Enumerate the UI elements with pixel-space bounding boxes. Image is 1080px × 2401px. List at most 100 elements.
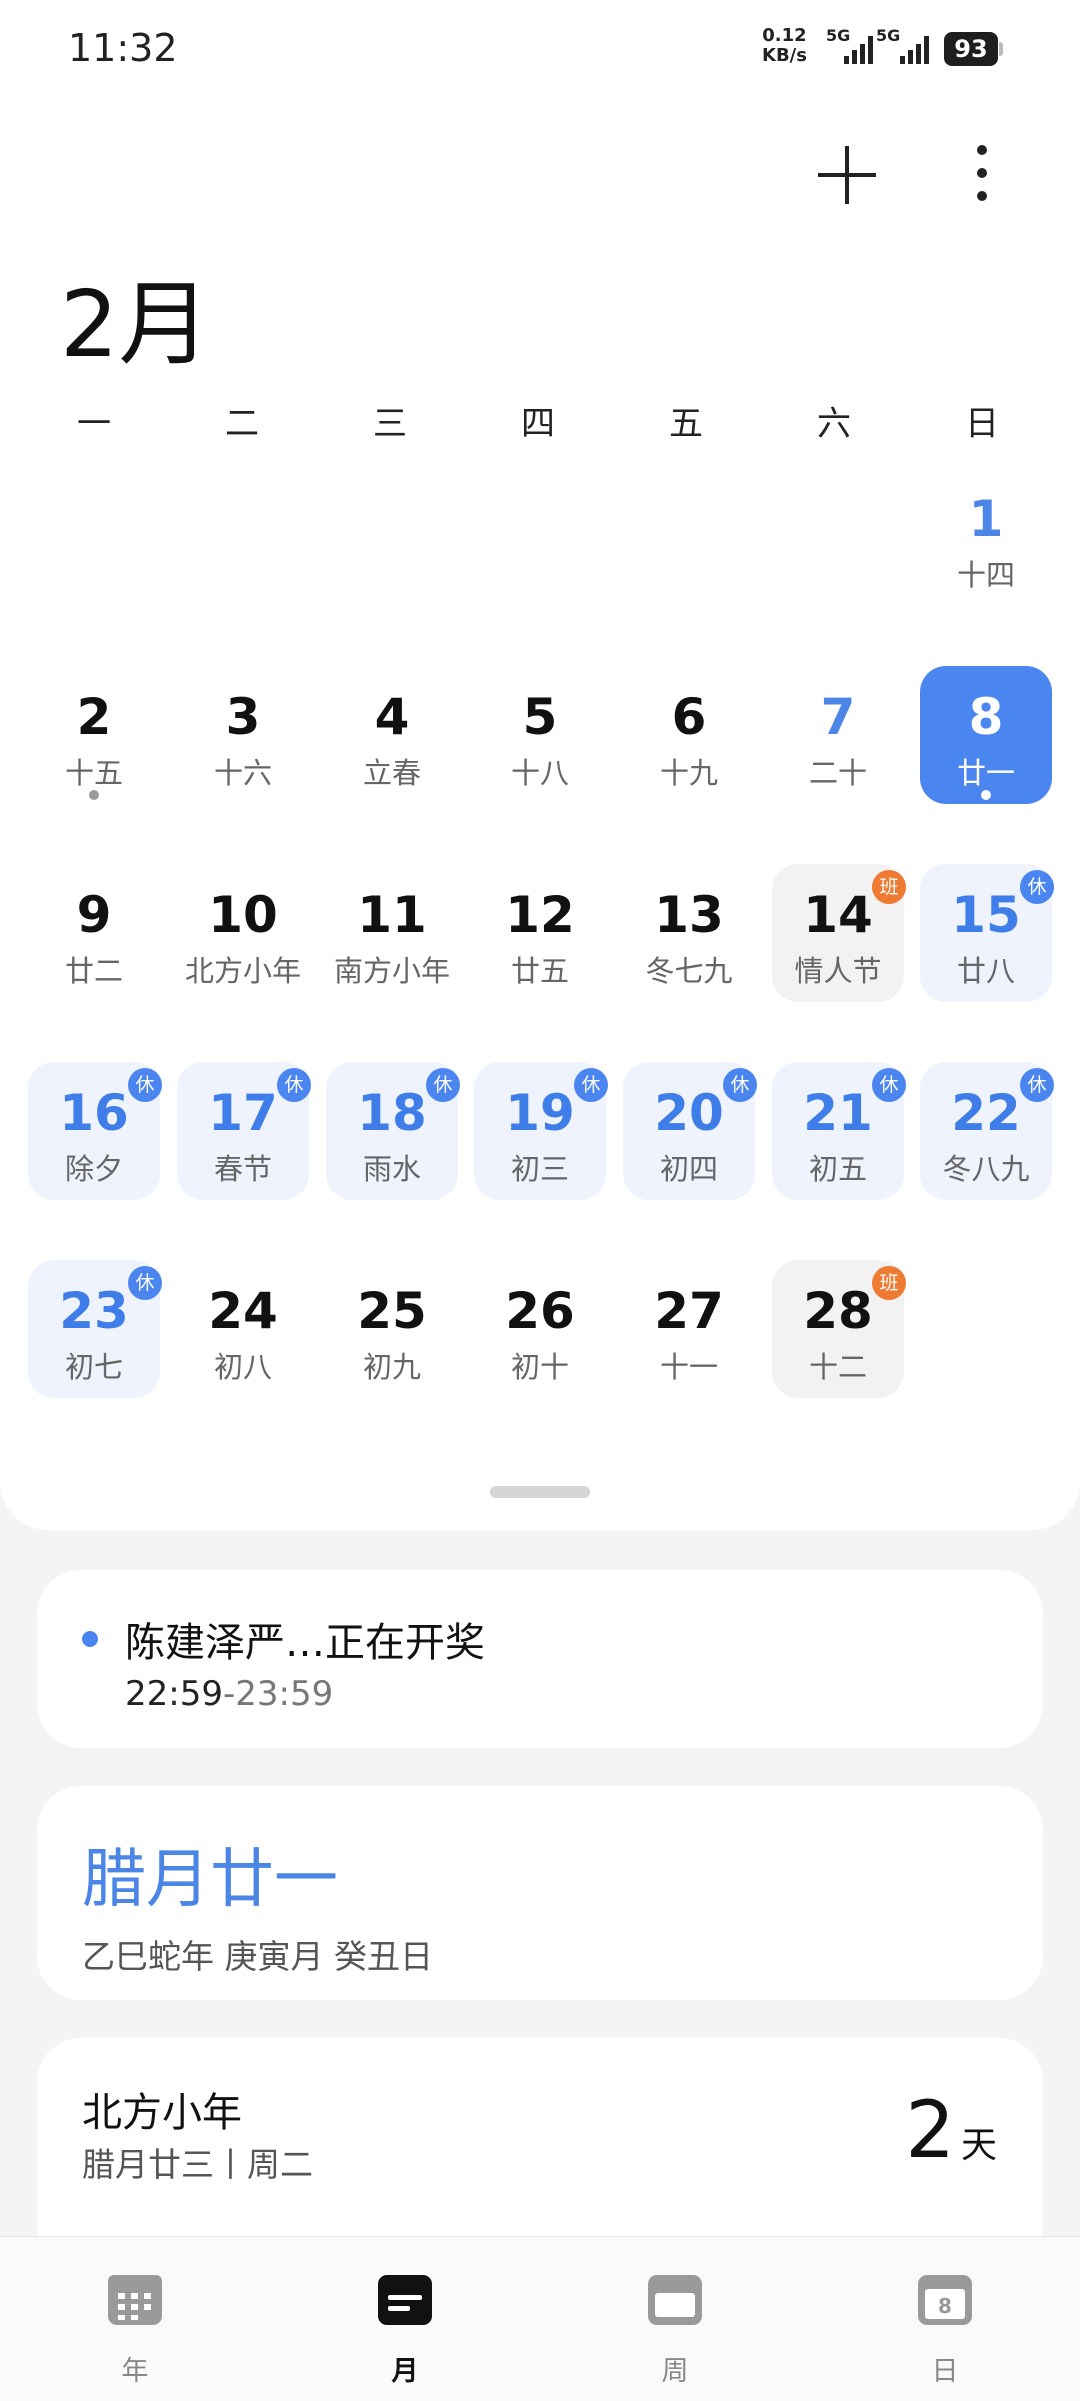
day-cell[interactable]: 18 雨水 休 — [326, 1062, 460, 1200]
day-cell[interactable]: 10 北方小年 — [177, 864, 309, 1002]
holiday-badge: 休 — [128, 1068, 162, 1102]
weekday-label: 一 — [77, 404, 111, 444]
day-number: 5 — [522, 688, 558, 746]
lunar-date: 腊月廿一 — [82, 1843, 338, 1917]
nav-tab-year[interactable]: 年 — [0, 2237, 270, 2401]
lunar-label: 情人节 — [794, 954, 882, 988]
lunar-label: 除夕 — [64, 1152, 123, 1186]
day-number: 6 — [671, 688, 707, 746]
day-cell[interactable]: 9 廿二 — [28, 864, 160, 1002]
net-speed: 0.12 KB/s — [762, 26, 807, 66]
battery-tip — [999, 42, 1003, 56]
day-cell-today[interactable]: 8 廿一 — [920, 666, 1052, 804]
ganzhi-date: 乙巳蛇年 庚寅月 癸丑日 — [82, 1937, 433, 1976]
lunar-label: 二十 — [808, 756, 867, 790]
month-list-icon — [378, 2275, 432, 2325]
day-cell[interactable]: 11 南方小年 — [326, 864, 458, 1002]
weekday-label: 日 — [965, 404, 999, 444]
nav-tab-week[interactable]: 周 — [540, 2237, 810, 2401]
lunar-label: 冬七九 — [645, 954, 733, 988]
event-card[interactable]: 陈建泽严…正在开奖 22:59-23:59 — [37, 1570, 1043, 1748]
weekday-label: 六 — [817, 404, 851, 444]
day-number: 26 — [505, 1282, 575, 1340]
add-event-button[interactable] — [812, 140, 882, 210]
nav-tab-day[interactable]: 8 日 — [810, 2237, 1080, 2401]
day-icon-number: 8 — [938, 2294, 952, 2318]
day-number: 11 — [357, 886, 427, 944]
day-cell[interactable]: 2 十五 — [28, 666, 160, 804]
weekday-label: 三 — [373, 404, 407, 444]
day-number: 27 — [654, 1282, 724, 1340]
day-cell[interactable]: 3 十六 — [177, 666, 309, 804]
days-countdown: 2天 — [905, 2086, 997, 2176]
lunar-label: 南方小年 — [333, 954, 450, 988]
day-cell[interactable]: 12 廿五 — [474, 864, 606, 1002]
day-cell[interactable]: 5 十八 — [474, 666, 606, 804]
event-start-time: 22:59 — [125, 1674, 223, 1714]
year-grid-icon — [108, 2275, 162, 2325]
nav-label: 月 — [391, 2356, 419, 2387]
signal-1: 5G — [826, 26, 876, 66]
day-cell[interactable]: 14 情人节 班 — [772, 864, 906, 1002]
days-unit: 天 — [960, 2125, 997, 2166]
day-number: 2 — [76, 688, 112, 746]
festival-name: 北方小年 — [82, 2090, 242, 2136]
day-number: 8 — [968, 688, 1004, 746]
nav-label: 周 — [661, 2356, 689, 2387]
day-number: 3 — [225, 688, 261, 746]
holiday-badge: 休 — [1020, 1068, 1054, 1102]
event-color-dot — [82, 1631, 98, 1647]
lunar-label: 十二 — [808, 1350, 867, 1384]
bottom-nav: 年 月 周 8 日 — [0, 2236, 1080, 2401]
lunar-label: 冬八九 — [942, 1152, 1030, 1186]
nav-label: 年 — [121, 2356, 149, 2387]
day-cell[interactable]: 20 初四 休 — [623, 1062, 757, 1200]
lunar-label: 十八 — [510, 756, 569, 790]
day-number: 9 — [76, 886, 112, 944]
day-cell[interactable]: 22 冬八九 休 — [920, 1062, 1054, 1200]
event-title: 陈建泽严…正在开奖 — [125, 1620, 485, 1666]
net-speed-value: 0.12 — [762, 25, 807, 46]
day-cell[interactable]: 24 初八 — [177, 1260, 309, 1398]
lunar-label: 廿二 — [64, 954, 123, 988]
workday-badge: 班 — [872, 1266, 906, 1300]
day-cell[interactable]: 6 十九 — [623, 666, 755, 804]
vertical-dots-icon — [977, 145, 987, 201]
day-cell[interactable]: 27 十一 — [623, 1260, 755, 1398]
day-number: 10 — [208, 886, 278, 944]
day-cell[interactable]: 19 初三 休 — [474, 1062, 608, 1200]
more-options-button[interactable] — [950, 140, 1010, 210]
day-cell[interactable]: 16 除夕 休 — [28, 1062, 162, 1200]
day-cell[interactable]: 1 十四 — [920, 468, 1052, 606]
day-cell[interactable]: 7 二十 — [772, 666, 904, 804]
status-bar: 11:32 0.12 KB/s 5G 5G 93 — [0, 0, 1080, 100]
day-cell[interactable]: 15 廿八 休 — [920, 864, 1054, 1002]
holiday-badge: 休 — [723, 1068, 757, 1102]
event-end-time: -23:59 — [222, 1674, 334, 1714]
month-title: 2月 — [60, 271, 211, 378]
day-cell[interactable]: 4 立春 — [326, 666, 458, 804]
day-cell[interactable]: 13 冬七九 — [623, 864, 755, 1002]
day-cell[interactable]: 28 十二 班 — [772, 1260, 906, 1398]
day-cell[interactable]: 23 初七 休 — [28, 1260, 162, 1398]
day-cell[interactable]: 25 初九 — [326, 1260, 458, 1398]
signal-bars-icon — [844, 36, 873, 64]
day-icon: 8 — [918, 2275, 972, 2325]
plus-icon — [818, 146, 876, 204]
event-dot — [981, 790, 991, 800]
drag-handle[interactable] — [490, 1486, 590, 1498]
lunar-label: 春节 — [213, 1152, 272, 1186]
week-icon — [648, 2275, 702, 2325]
nav-tab-month[interactable]: 月 — [270, 2237, 540, 2401]
lunar-label: 初五 — [808, 1152, 867, 1186]
weekday-label: 五 — [669, 404, 703, 444]
day-cell[interactable]: 17 春节 休 — [177, 1062, 311, 1200]
day-cell[interactable]: 21 初五 休 — [772, 1062, 906, 1200]
workday-badge: 班 — [872, 870, 906, 904]
holiday-badge: 休 — [277, 1068, 311, 1102]
lunar-label: 初七 — [64, 1350, 123, 1384]
day-cell[interactable]: 26 初十 — [474, 1260, 606, 1398]
status-time: 11:32 — [68, 26, 178, 70]
lunar-label: 十一 — [659, 1350, 718, 1384]
holiday-badge: 休 — [426, 1068, 460, 1102]
